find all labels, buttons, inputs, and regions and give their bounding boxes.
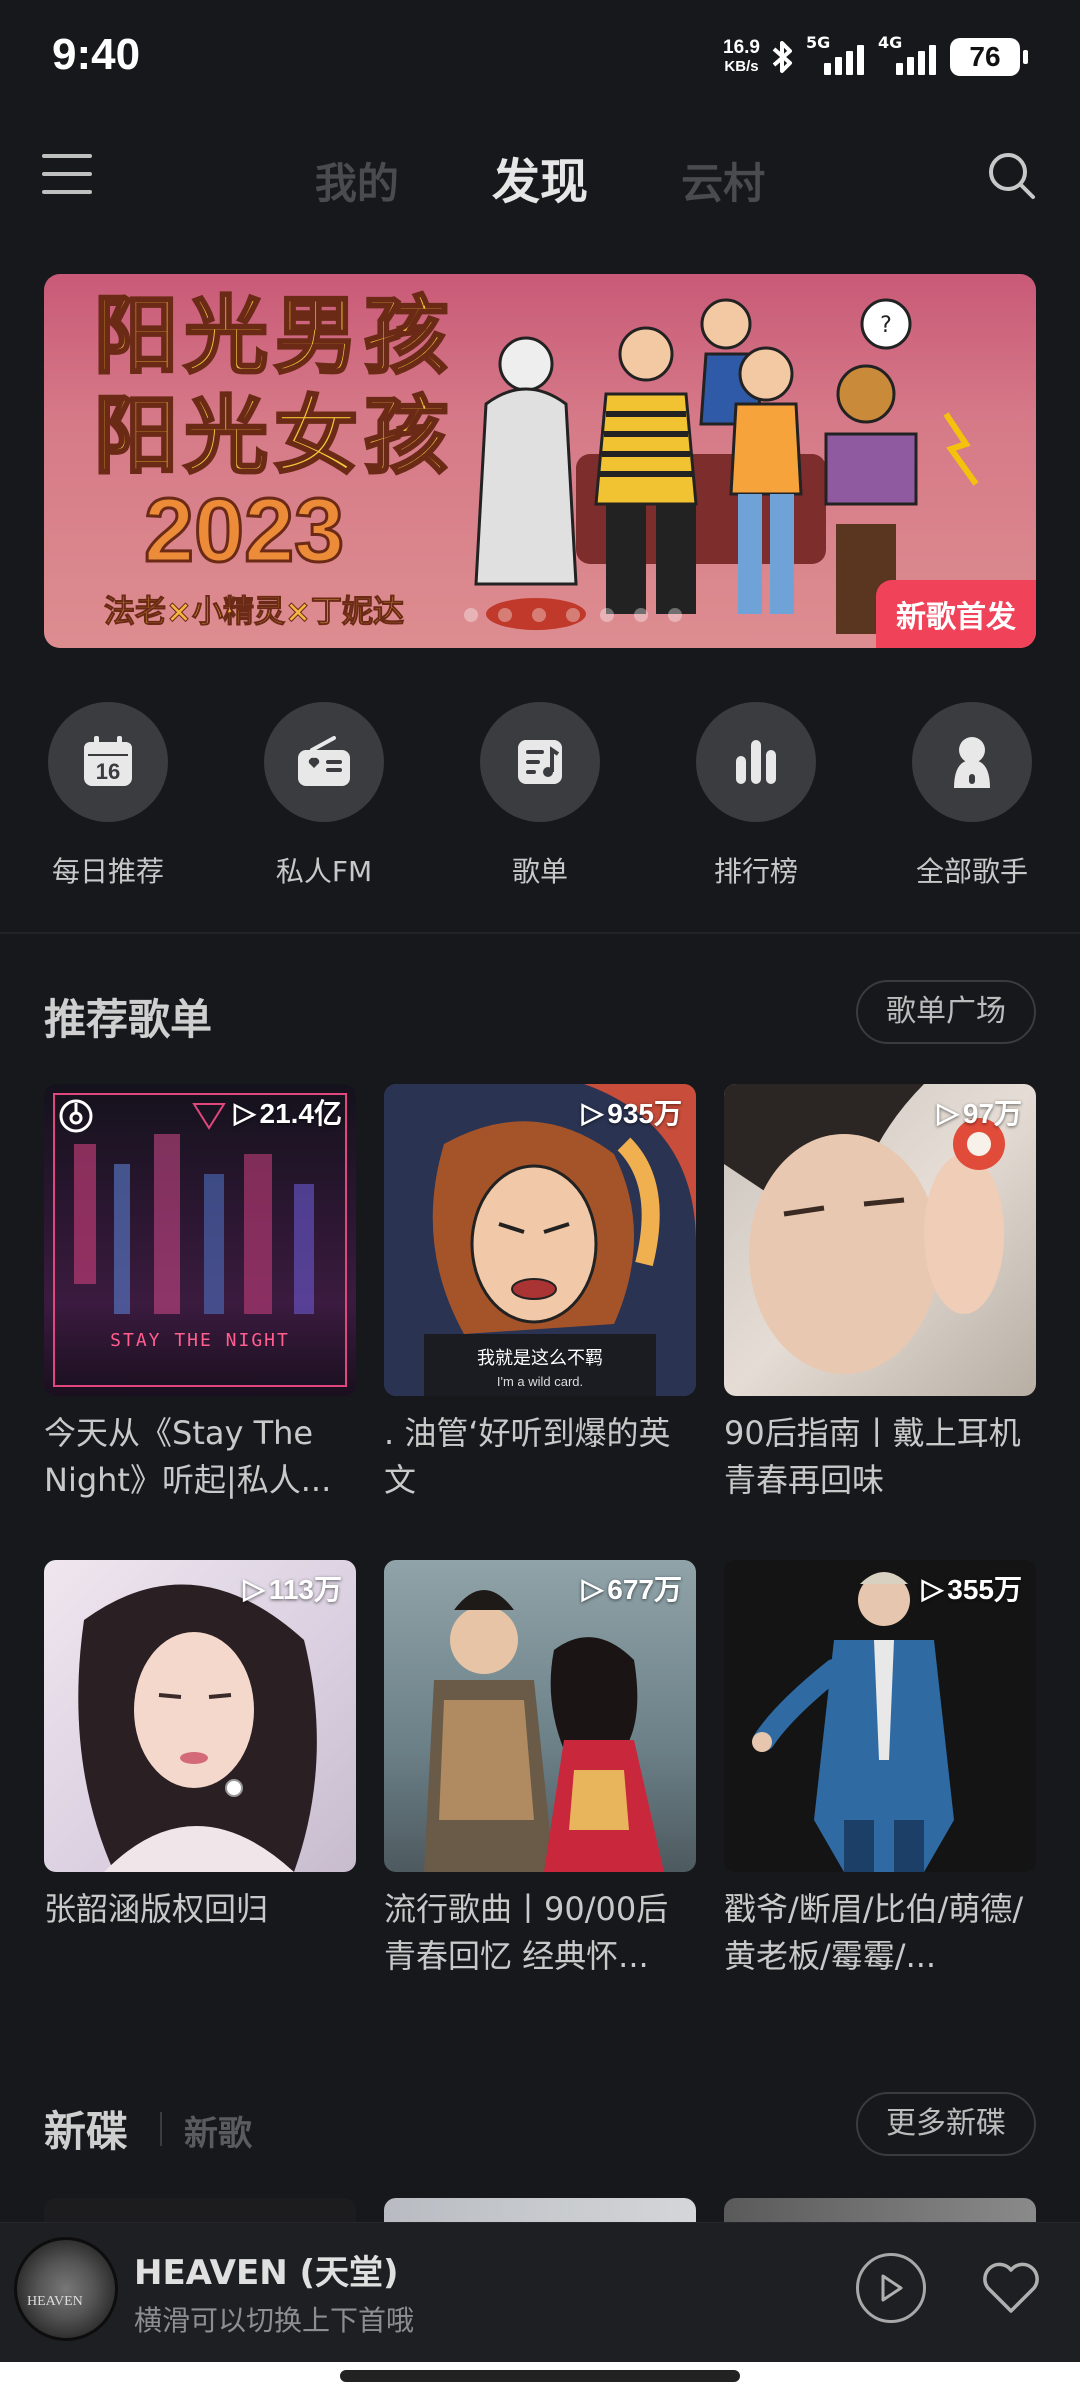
chart-bars-icon — [696, 702, 816, 822]
shortcut-all-singers[interactable]: 全部歌手 — [872, 702, 1072, 890]
shortcut-label: 每日推荐 — [51, 855, 164, 888]
shortcut-label: 歌单 — [511, 855, 568, 888]
play-triangle-icon: ▷ — [581, 1096, 604, 1128]
heart-icon — [983, 2262, 1039, 2313]
play-count: ▷ 21.4亿 — [233, 1096, 342, 1130]
playlist-icon — [480, 702, 600, 822]
tab-new-albums[interactable]: 新碟 — [44, 2098, 128, 2159]
banner-year: 2023 — [142, 480, 345, 583]
banner-tag: 新歌首发 — [876, 580, 1036, 648]
play-triangle-icon: ▷ — [921, 1572, 944, 1604]
play-triangle-icon: ▷ — [581, 1572, 604, 1604]
tab-cloud-village[interactable]: 云村 — [681, 150, 765, 211]
playlist-card[interactable]: ▷ 677万 流行歌曲丨90/00后青春回忆 经典怀... — [384, 1560, 696, 1980]
home-indicator[interactable] — [340, 2370, 740, 2382]
play-triangle-icon: ▷ — [243, 1572, 265, 1604]
shortcut-daily-recommend[interactable]: 16 每日推荐 — [8, 702, 208, 890]
playlist-name: 流行歌曲丨90/00后青春回忆 经典怀... — [384, 1890, 669, 1975]
mini-player[interactable]: HEAVEN HEAVEN (天堂) 横滑可以切换上下首哦 — [0, 2222, 1080, 2362]
playlist-card[interactable]: STAY THE NIGHT ▷ 21.4亿 今天从《Stay The Nigh… — [44, 1084, 356, 1504]
svg-text:I'm a wild card.: I'm a wild card. — [497, 1374, 583, 1389]
recommended-header: 推荐歌单 歌单广场 — [44, 980, 1036, 1050]
new-releases-header: 新碟 新歌 更多新碟 — [44, 2092, 1036, 2162]
banner-pagination — [464, 608, 682, 622]
shortcut-personal-fm[interactable]: 私人FM — [224, 702, 424, 890]
bluetooth-icon — [770, 39, 796, 75]
like-button[interactable] — [976, 2253, 1046, 2323]
radio-icon — [264, 702, 384, 822]
status-bar: 9:40 16.9 KB/s 5G 4G 76 — [0, 0, 1080, 120]
more-albums-button[interactable]: 更多新碟 — [856, 2092, 1036, 2156]
netease-logo-icon — [58, 1098, 94, 1138]
shortcut-label: 私人FM — [275, 855, 373, 888]
network-speed: 16.9 KB/s — [723, 37, 760, 75]
section-title: 推荐歌单 — [44, 995, 213, 1044]
playlist-square-button[interactable]: 歌单广场 — [856, 980, 1036, 1044]
playlist-card[interactable]: ▷ 113万 张韶涵版权回归 — [44, 1560, 356, 1980]
banner-title: 阳光男孩 阳光女孩 — [92, 286, 455, 487]
signal-5g-icon: 5G — [806, 33, 868, 75]
now-playing-title: HEAVEN (天堂) — [134, 2253, 399, 2293]
shortcut-label: 全部歌手 — [915, 855, 1028, 888]
battery-indicator: 76 — [950, 38, 1028, 76]
search-icon[interactable] — [986, 150, 1038, 202]
svg-text:?: ? — [880, 313, 892, 338]
svg-text:我就是这么不羁: 我就是这么不羁 — [477, 1348, 603, 1369]
play-triangle-icon: ▷ — [937, 1096, 959, 1128]
album-disc[interactable]: HEAVEN — [14, 2237, 118, 2341]
play-count: ▷ 677万 — [581, 1572, 682, 1606]
playlist-card[interactable]: ▷ 355万 戳爷/断眉/比伯/萌德/黄老板/霉霉/... — [724, 1560, 1036, 1980]
singer-icon — [912, 702, 1032, 822]
play-count: ▷ 935万 — [581, 1096, 682, 1130]
play-count: ▷ 113万 — [243, 1572, 342, 1606]
tab-separator — [160, 2112, 162, 2146]
play-count: ▷ 97万 — [937, 1096, 1022, 1130]
playlist-card[interactable]: 我就是这么不羁 I'm a wild card. ▷ 935万 . 油管‘好听到… — [384, 1084, 696, 1504]
shortcut-label: 排行榜 — [713, 855, 798, 888]
playlist-card[interactable]: ▷ 97万 90后指南丨戴上耳机青春再回味 — [724, 1084, 1036, 1504]
nav-tabs: 我的 发现 云村 — [0, 142, 1080, 212]
tab-mine[interactable]: 我的 — [315, 150, 399, 211]
calendar-icon: 16 — [48, 702, 168, 822]
playlist-name: 戳爷/断眉/比伯/萌德/黄老板/霉霉/... — [724, 1890, 1024, 1975]
promo-banner[interactable]: 阳光男孩 阳光女孩 2023 法老×小精灵×丁妮达 ? 新歌首发 — [44, 274, 1036, 648]
section-divider — [0, 932, 1080, 934]
status-time: 9:40 — [52, 30, 141, 79]
shortcut-charts[interactable]: 排行榜 — [656, 702, 856, 890]
play-icon — [881, 2274, 903, 2302]
shortcut-row: 16 每日推荐 私人FM 歌单 排行榜 全部歌手 — [0, 702, 1080, 902]
play-count: ▷ 355万 — [921, 1572, 1022, 1606]
tab-discover[interactable]: 发现 — [492, 142, 588, 212]
status-indicators: 16.9 KB/s 5G 4G 76 — [723, 33, 1028, 80]
tab-new-songs[interactable]: 新歌 — [184, 2106, 252, 2155]
now-playing-hint: 横滑可以切换上下首哦 — [134, 2304, 415, 2337]
playlist-name: 90后指南丨戴上耳机青春再回味 — [724, 1414, 1021, 1499]
top-navigation: 我的 发现 云村 — [0, 130, 1080, 220]
play-button[interactable] — [856, 2253, 926, 2323]
shortcut-playlist[interactable]: 歌单 — [440, 702, 640, 890]
signal-4g-icon: 4G — [878, 33, 940, 75]
svg-text:STAY THE NIGHT: STAY THE NIGHT — [110, 1330, 290, 1351]
playlist-name: . 油管‘好听到爆的英文 — [384, 1414, 671, 1499]
playlist-name: 今天从《Stay The Night》听起|私人... — [44, 1414, 332, 1499]
playlist-name: 张韶涵版权回归 — [44, 1890, 269, 1928]
svg-text:16: 16 — [96, 759, 120, 784]
play-triangle-icon: ▷ — [233, 1096, 256, 1128]
banner-artists: 法老×小精灵×丁妮达 — [104, 594, 405, 631]
